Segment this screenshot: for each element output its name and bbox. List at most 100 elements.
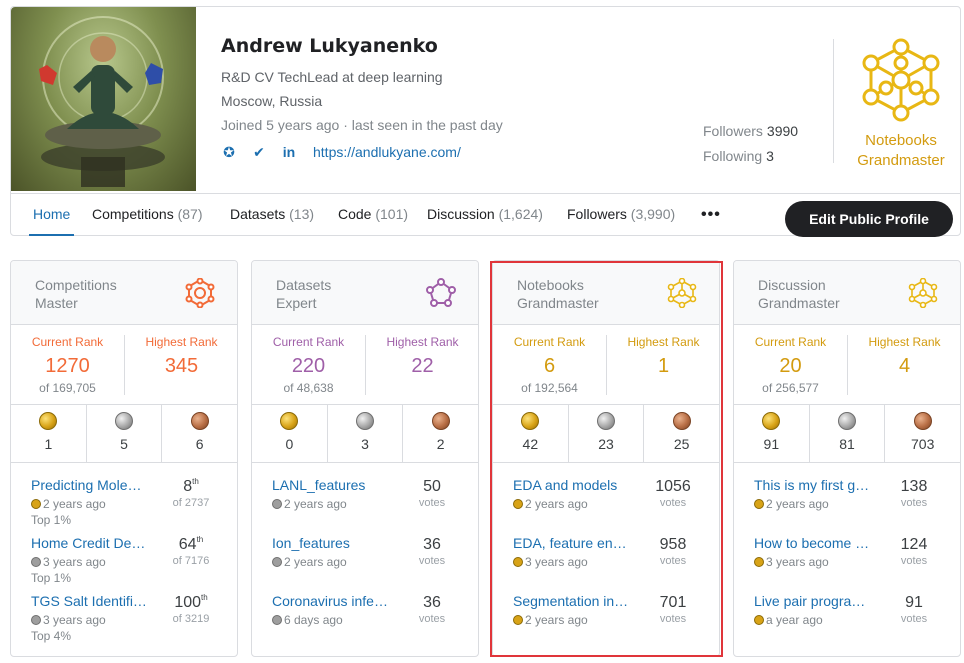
item-age: 2 years ago [284, 555, 347, 569]
item-title-link[interactable]: This is my first g… [754, 477, 878, 495]
rank-total: of 256,577 [762, 381, 819, 395]
tab-discussion[interactable]: Discussion (1,624) [427, 194, 543, 236]
medal-counts: 42 23 25 [493, 405, 719, 463]
linkedin-icon[interactable]: in [281, 144, 297, 160]
item-stat-value: 50 [402, 477, 462, 497]
item-title-link[interactable]: LANL_features [272, 477, 396, 495]
website-link[interactable]: https://andlukyane.com/ [313, 144, 461, 160]
item-stat: 958 votes [643, 535, 703, 568]
current-rank: Current Rank 220 of 48,638 [252, 335, 365, 397]
item-percentile: Top 1% [31, 513, 72, 527]
discussion-card: Discussion Grandmaster Current Rank 20 o… [733, 260, 961, 657]
silver-medal-icon [597, 412, 615, 430]
tab-label: Discussion [427, 206, 495, 222]
bronze-medal-icon [913, 412, 932, 430]
item-title-link[interactable]: Segmentation in… [513, 593, 637, 611]
notebooks-item: EDA and models 2 years ago 1056 votes [493, 473, 719, 531]
tab-followers[interactable]: Followers (3,990) [567, 194, 675, 236]
item-rank: 124 [900, 536, 928, 553]
gold-medal-icon [31, 499, 41, 509]
item-title-link[interactable]: Ion_features [272, 535, 396, 553]
item-percentile: Top 4% [31, 629, 72, 643]
following-label: Following [703, 148, 763, 164]
item-title-link[interactable]: EDA and models [513, 477, 637, 495]
tab-datasets[interactable]: Datasets (13) [230, 194, 314, 236]
following-stat[interactable]: Following 3 [703, 148, 823, 164]
bronze-count: 25 [673, 436, 690, 452]
gold-medals: 0 [252, 405, 328, 462]
social-links: ✪ ✔ in https://andlukyane.com/ [221, 143, 681, 161]
top-items: This is my first g… 2 years ago 138 vote… [734, 463, 960, 647]
tab-label: Followers [567, 206, 627, 222]
silver-medals: 3 [328, 405, 404, 462]
item-title-link[interactable]: Home Credit De… [31, 535, 155, 553]
item-title-link[interactable]: How to become … [754, 535, 878, 553]
datasets-card: Datasets Expert Current Rank 220 of 48,6… [251, 260, 479, 657]
item-stat-value: 8th [161, 477, 221, 497]
item-title-link[interactable]: Coronavirus infe… [272, 593, 396, 611]
item-title-link[interactable]: Live pair progra… [754, 593, 878, 611]
highest-rank-label: Highest Rank [627, 335, 700, 349]
item-rank: 64 [178, 536, 197, 553]
item-stat: 36 votes [402, 535, 462, 568]
gold-count: 0 [285, 436, 294, 452]
medal-counts: 1 5 6 [11, 405, 237, 463]
item-age: 3 years ago [43, 555, 106, 569]
item-rank: 50 [423, 478, 441, 495]
edit-profile-button[interactable]: Edit Public Profile [785, 201, 953, 237]
github-icon[interactable]: ✪ [221, 144, 237, 160]
rank-suffix: th [192, 477, 199, 486]
item-rank: 100 [174, 594, 202, 611]
rank-section: Current Rank 6 of 192,564 Highest Rank 1 [493, 325, 719, 405]
tier-name-line2: Grandmaster [857, 152, 945, 169]
item-stat-value: 64th [161, 535, 221, 555]
tab-code[interactable]: Code (101) [338, 194, 408, 236]
item-title-link[interactable]: EDA, feature en… [513, 535, 637, 553]
datasets-tier-icon [426, 278, 456, 307]
item-rank: 1056 [655, 478, 691, 495]
current-rank-value: 220 [291, 355, 326, 377]
item-meta: 3 years ago [31, 613, 106, 627]
rank-total: of 48,638 [283, 381, 334, 395]
bronze-medal-icon [431, 412, 450, 430]
item-stat: 36 votes [402, 593, 462, 626]
item-stat-unit: votes [900, 497, 928, 509]
silver-medal-icon [115, 412, 133, 430]
item-stat-value: 36 [402, 535, 462, 555]
discussion-item: Live pair progra… a year ago 91 votes [734, 589, 960, 647]
item-age: 3 years ago [766, 555, 829, 569]
more-options-icon[interactable]: ••• [701, 206, 721, 224]
competitions-item: Home Credit De… 3 years ago Top 1% 64th … [11, 531, 237, 589]
followers-stat[interactable]: Followers 3990 [703, 123, 823, 139]
item-age: 2 years ago [43, 497, 106, 511]
bronze-medal-icon [672, 412, 691, 430]
tab-label: Home [33, 206, 71, 222]
item-stat-unit: votes [659, 555, 687, 567]
tab-count: (13) [289, 206, 315, 222]
item-stat: 1056 votes [643, 477, 703, 510]
top-items: EDA and models 2 years ago 1056 votes ED… [493, 463, 719, 647]
competitions-tier-icon [185, 278, 215, 308]
avatar[interactable] [11, 7, 196, 191]
twitter-icon[interactable]: ✔ [251, 144, 267, 160]
item-rank: 138 [900, 478, 928, 495]
discussion-item: This is my first g… 2 years ago 138 vote… [734, 473, 960, 531]
followers-label: Followers [703, 123, 763, 139]
tab-home[interactable]: Home [29, 194, 75, 236]
item-rank: 36 [423, 594, 441, 611]
item-stat-unit: votes [418, 497, 446, 509]
card-title: Notebooks Grandmaster [517, 276, 637, 312]
item-stat-unit: votes [659, 497, 687, 509]
card-title: Competitions Master [35, 276, 155, 312]
current-rank-label: Current Rank [31, 335, 104, 349]
avatar-image [39, 16, 165, 187]
tab-label: Datasets [230, 206, 286, 222]
item-age: 2 years ago [766, 497, 829, 511]
item-title-link[interactable]: TGS Salt Identifi… [31, 593, 155, 611]
bronze-medals: 6 [162, 405, 237, 462]
tab-competitions[interactable]: Competitions (87) [92, 194, 203, 236]
divider [833, 39, 834, 163]
profile-info: Andrew Lukyanenko R&D CV TechLead at dee… [221, 35, 681, 161]
item-title-link[interactable]: Predicting Mole… [31, 477, 155, 495]
bronze-count: 6 [195, 436, 204, 452]
